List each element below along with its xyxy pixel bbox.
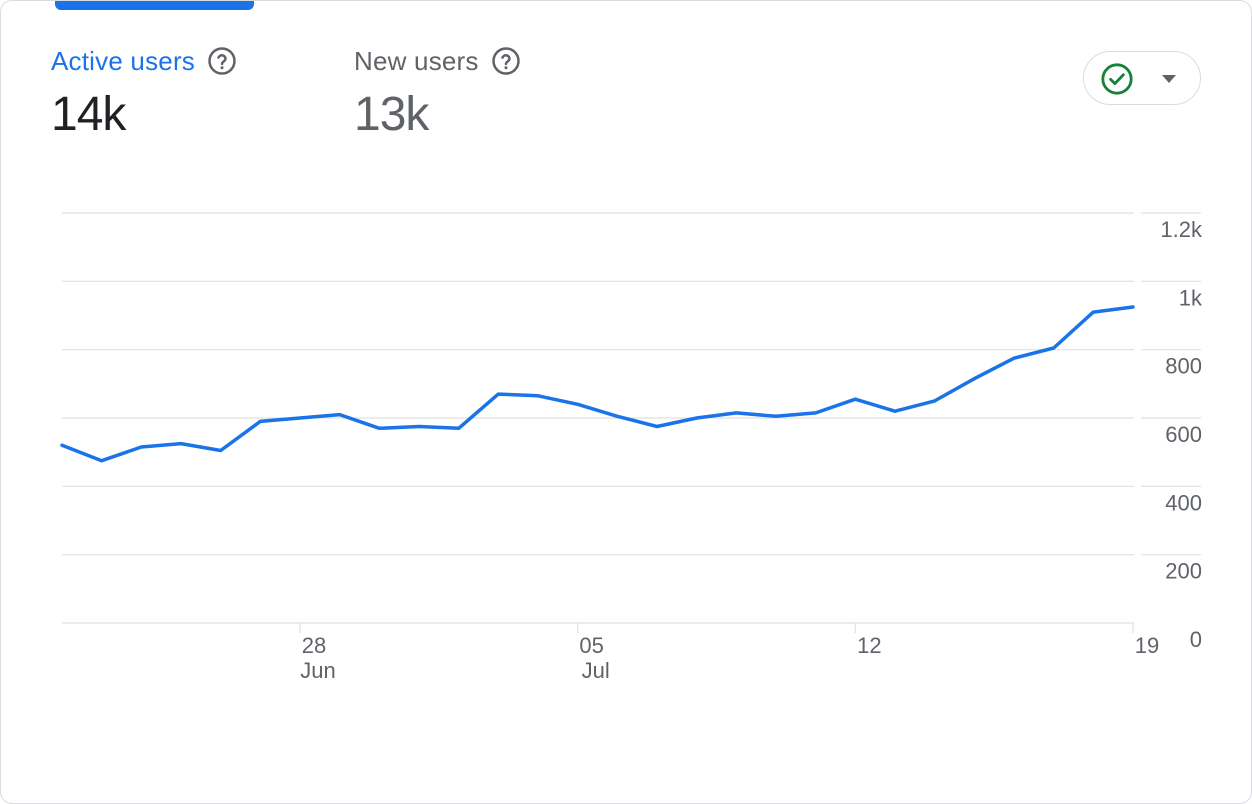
x-tick-label: 12 [857,633,881,658]
data-point [1129,303,1137,311]
y-tick-label: 800 [1165,354,1202,379]
data-point [336,411,344,419]
data-point [613,412,621,420]
data-point [494,390,502,398]
data-point [693,414,701,422]
x-tick-month-label: Jun [300,658,335,683]
y-tick-label: 1.2k [1160,217,1203,242]
x-tick-label: 05 [579,633,603,658]
x-tick-label: 28 [302,633,326,658]
data-point [772,412,780,420]
data-point [455,424,463,432]
data-point [177,440,185,448]
data-point [217,446,225,454]
y-tick-label: 200 [1165,559,1202,584]
x-tick-label: 19 [1135,633,1159,658]
active-users-line-chart: 0 200 400 600 800 1k 1.2k 28Jun 05Jul 12 19 [58,212,1203,683]
y-tick-label: 1k [1179,285,1203,310]
data-point [1010,354,1018,362]
data-point [732,409,740,417]
data-point [574,400,582,408]
data-point [98,457,106,465]
data-point [415,423,423,431]
data-point [891,407,899,415]
data-point [1050,344,1058,352]
y-tick-label: 400 [1165,490,1202,515]
data-point [256,417,264,425]
data-point [653,423,661,431]
x-tick-month-label: Jul [582,658,610,683]
data-point [375,424,383,432]
y-tick-label: 0 [1190,627,1202,652]
data-point [1089,308,1097,316]
data-point [534,392,542,400]
data-point [58,441,66,449]
data-point [137,443,145,451]
data-point [970,375,978,383]
data-point [296,414,304,422]
data-point [851,395,859,403]
data-point [931,397,939,405]
data-point [812,409,820,417]
y-tick-label: 600 [1165,422,1202,447]
active-users-series-line [60,305,1135,463]
active-users-card: Active users 14k New users 13k 0 200 400 60… [0,0,1252,804]
